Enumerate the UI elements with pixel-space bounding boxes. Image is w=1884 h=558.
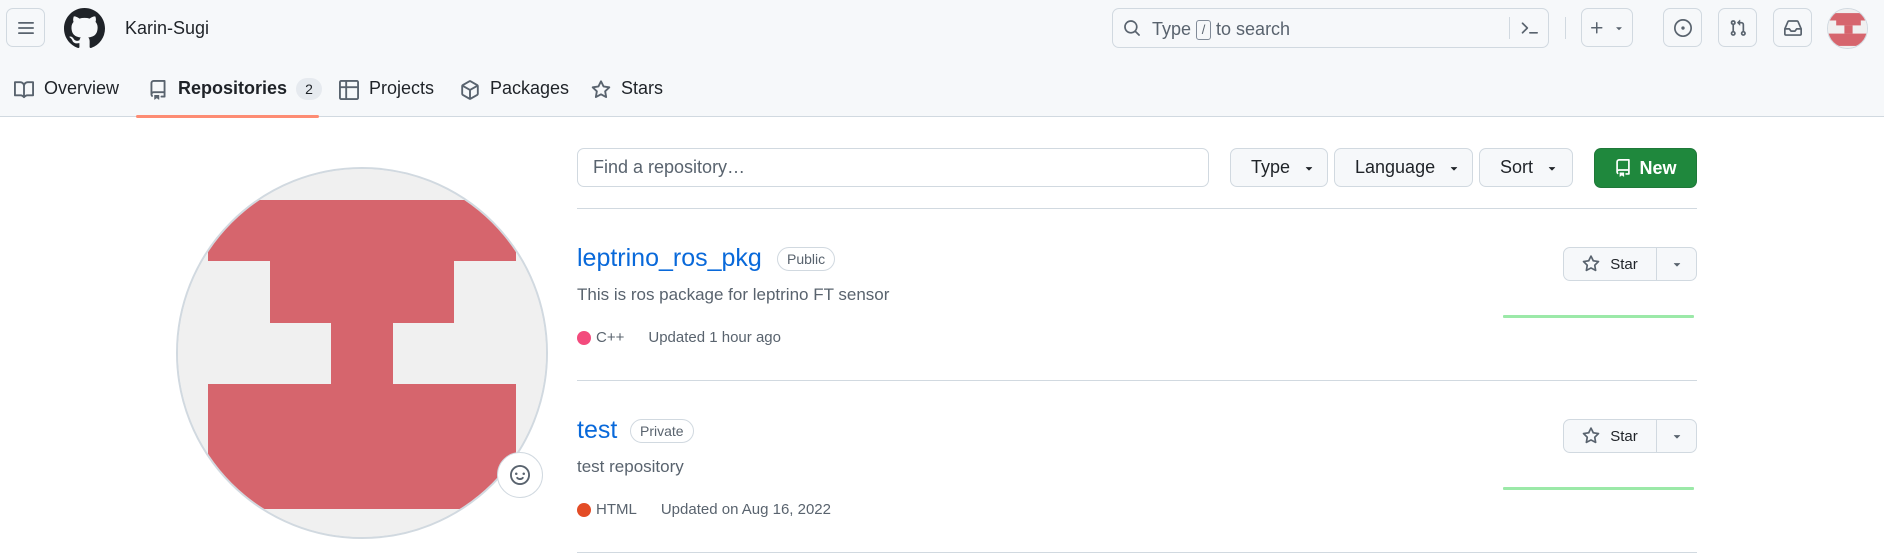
repo-language: HTML	[596, 501, 637, 518]
profile-avatar[interactable]	[176, 167, 548, 539]
type-filter-button[interactable]: Type	[1230, 148, 1328, 187]
new-repository-button[interactable]: New	[1594, 148, 1697, 188]
repositories-counter: 2	[296, 78, 323, 100]
search-divider	[1509, 17, 1510, 39]
search-shortcut-key: /	[1196, 19, 1212, 40]
repo-list-item: test Private test repository HTML Update…	[577, 381, 1697, 551]
tab-packages-label: Packages	[490, 78, 570, 98]
caret-down-icon	[1450, 166, 1458, 171]
tab-repositories[interactable]: Repositories 2	[148, 70, 323, 117]
language-color-dot	[577, 502, 591, 517]
tab-stars[interactable]: Stars	[591, 70, 663, 117]
language-filter-label: Language	[1355, 157, 1436, 177]
repo-updated: Updated on Aug 16, 2022	[660, 501, 831, 518]
new-button-label: New	[1639, 157, 1677, 178]
issues-button[interactable]	[1663, 8, 1702, 47]
star-icon	[1582, 427, 1600, 444]
smiley-icon	[510, 465, 530, 485]
command-palette-icon[interactable]	[1519, 19, 1539, 37]
visibility-badge: Private	[630, 419, 694, 443]
github-logo-icon[interactable]	[64, 8, 105, 49]
repo-description: test repository	[577, 457, 684, 476]
search-box[interactable]: Type / to search	[1112, 8, 1549, 48]
star-icon	[1582, 255, 1600, 272]
user-avatar[interactable]	[1827, 8, 1868, 49]
repo-description: This is ros package for leptrino FT sens…	[577, 285, 890, 304]
star-button[interactable]: Star	[1564, 420, 1657, 452]
menu-button[interactable]	[6, 8, 45, 47]
caret-down-icon	[1673, 435, 1680, 439]
book-icon	[14, 81, 34, 99]
star-lists-dropdown[interactable]	[1657, 248, 1696, 280]
repo-icon	[150, 80, 166, 100]
identicon-icon	[178, 169, 546, 537]
search-icon	[1124, 20, 1140, 36]
find-repository-input[interactable]	[577, 148, 1209, 187]
active-tab-indicator	[136, 115, 319, 118]
repo-updated: Updated 1 hour ago	[648, 329, 781, 346]
activity-sparkline	[1503, 315, 1694, 318]
tab-projects-label: Projects	[369, 78, 435, 98]
list-divider	[577, 552, 1697, 553]
table-icon	[339, 80, 359, 100]
repo-name-link[interactable]: test	[577, 416, 617, 445]
tab-projects[interactable]: Projects	[339, 70, 434, 117]
create-new-button[interactable]	[1581, 8, 1633, 47]
git-pull-request-icon	[1730, 19, 1746, 36]
top-bar: Karin-Sugi Type / to search	[0, 0, 1884, 57]
visibility-badge: Public	[777, 247, 836, 271]
owner-name[interactable]: Karin-Sugi	[125, 18, 209, 39]
type-filter-label: Type	[1251, 157, 1291, 177]
star-button[interactable]: Star	[1564, 248, 1657, 280]
inbox-button[interactable]	[1773, 8, 1812, 47]
inbox-icon	[1783, 19, 1802, 36]
issue-opened-icon	[1673, 18, 1692, 37]
caret-down-icon	[1548, 166, 1556, 171]
star-label: Star	[1610, 255, 1638, 273]
search-prefix: Type	[1152, 19, 1192, 39]
sort-button[interactable]: Sort	[1479, 148, 1573, 187]
repo-name-link[interactable]: leptrino_ros_pkg	[577, 244, 762, 273]
plus-icon	[1591, 21, 1603, 33]
identicon-icon	[1828, 9, 1867, 48]
tab-stars-label: Stars	[621, 78, 664, 98]
search-suffix: to search	[1216, 19, 1291, 39]
tab-overview-label: Overview	[44, 78, 120, 98]
star-button-group: Star	[1563, 419, 1697, 453]
set-status-button[interactable]	[497, 452, 543, 498]
repo-list-item: leptrino_ros_pkg Public This is ros pack…	[577, 209, 1697, 379]
package-icon	[461, 80, 479, 100]
app-header: Karin-Sugi Type / to search Overview Rep…	[0, 0, 1884, 118]
hamburger-icon	[17, 21, 34, 34]
tab-packages[interactable]: Packages	[460, 70, 569, 117]
repo-meta: HTML Updated on Aug 16, 2022	[577, 501, 831, 518]
caret-down-icon	[1673, 263, 1680, 267]
repo-icon	[1616, 159, 1631, 177]
sort-label: Sort	[1500, 157, 1534, 177]
star-lists-dropdown[interactable]	[1657, 420, 1696, 452]
language-filter-button[interactable]: Language	[1334, 148, 1473, 187]
pull-requests-button[interactable]	[1718, 8, 1757, 47]
repo-language: C++	[596, 329, 625, 346]
activity-sparkline	[1503, 487, 1694, 490]
tab-overview[interactable]: Overview	[14, 70, 119, 117]
language-color-dot	[577, 330, 591, 345]
repo-meta: C++ Updated 1 hour ago	[577, 329, 781, 346]
caret-down-icon	[1305, 166, 1313, 171]
star-label: Star	[1610, 427, 1638, 445]
star-icon	[591, 80, 611, 99]
star-button-group: Star	[1563, 247, 1697, 281]
search-placeholder: Type / to search	[1152, 19, 1290, 40]
chevron-down-icon	[1616, 26, 1622, 30]
topbar-divider	[1565, 17, 1566, 39]
tab-repositories-label: Repositories	[178, 78, 288, 98]
